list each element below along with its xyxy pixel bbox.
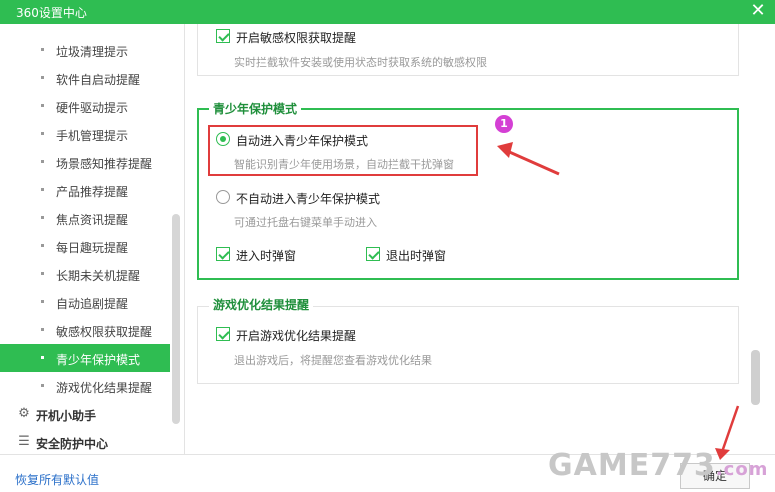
- pointer-arrow: [497, 142, 560, 176]
- sidebar-item-series[interactable]: 自动追剧提醒: [0, 288, 170, 316]
- sidebar-item-product[interactable]: 产品推荐提醒: [0, 176, 170, 204]
- sidebar-item-driver[interactable]: 硬件驱动提示: [0, 92, 170, 120]
- manual-youth-radio[interactable]: [216, 190, 230, 204]
- bullet-icon: [41, 328, 44, 331]
- gear-icon: ⚙: [18, 406, 30, 421]
- bullet-icon: [41, 160, 44, 163]
- sidebar: 垃圾清理提示 软件自启动提醒 硬件驱动提示 手机管理提示 场景感知推荐提醒 产品…: [0, 24, 185, 454]
- sidebar-group-security-center[interactable]: ☰ 安全防护中心: [0, 428, 170, 454]
- content-scrollbar[interactable]: [751, 350, 760, 405]
- bullet-icon: [41, 132, 44, 135]
- close-icon[interactable]: ✕: [749, 0, 767, 22]
- sidebar-item-news[interactable]: 焦点资讯提醒: [0, 204, 170, 232]
- auto-youth-description: 智能识别青少年使用场景，自动拦截干扰弹窗: [234, 158, 454, 171]
- bullet-icon: [41, 384, 44, 387]
- sidebar-scrollbar[interactable]: [172, 214, 180, 424]
- sidebar-item-daily-fun[interactable]: 每日趣玩提醒: [0, 232, 170, 260]
- list-icon: ☰: [18, 434, 30, 449]
- sidebar-item-long-running[interactable]: 长期未关机提醒: [0, 260, 170, 288]
- exit-popup-checkbox[interactable]: [366, 247, 380, 261]
- game-section-box: [197, 306, 739, 384]
- bullet-icon: [41, 272, 44, 275]
- sidebar-item-junk-clean[interactable]: 垃圾清理提示: [0, 36, 170, 64]
- sidebar-item-autostart[interactable]: 软件自启动提醒: [0, 64, 170, 92]
- bullet-icon: [41, 216, 44, 219]
- sidebar-item-youth-mode[interactable]: 青少年保护模式: [0, 344, 170, 372]
- bullet-icon: [41, 104, 44, 107]
- sidebar-item-game-opt[interactable]: 游戏优化结果提醒: [0, 372, 170, 400]
- bullet-icon: [41, 188, 44, 191]
- auto-youth-label: 自动进入青少年保护模式: [236, 134, 369, 148]
- bullet-icon: [41, 356, 44, 359]
- bullet-icon: [41, 48, 44, 51]
- watermark-suffix: .com: [715, 459, 769, 480]
- game-opt-label: 开启游戏优化结果提醒: [236, 329, 357, 343]
- sidebar-group-boot-assistant[interactable]: ⚙ 开机小助手: [0, 400, 170, 428]
- manual-youth-label: 不自动进入青少年保护模式: [236, 192, 381, 206]
- enter-popup-label: 进入时弹窗: [236, 249, 297, 263]
- game-section-legend: 游戏优化结果提醒: [209, 296, 314, 313]
- exit-popup-label: 退出时弹窗: [386, 249, 447, 263]
- window-title: 360设置中心: [16, 6, 87, 20]
- restore-defaults-link[interactable]: 恢复所有默认值: [15, 471, 99, 488]
- sensitive-description: 实时拦截软件安装或使用状态时获取系统的敏感权限: [234, 56, 487, 69]
- bullet-icon: [41, 300, 44, 303]
- sensitive-checkbox-label: 开启敏感权限获取提醒: [236, 31, 357, 45]
- enter-popup-checkbox[interactable]: [216, 247, 230, 261]
- sidebar-item-phone[interactable]: 手机管理提示: [0, 120, 170, 148]
- watermark-text: GAME773: [548, 448, 716, 483]
- sidebar-item-sensitive[interactable]: 敏感权限获取提醒: [0, 316, 170, 344]
- game-opt-description: 退出游戏后，将提醒您查看游戏优化结果: [234, 354, 432, 367]
- auto-youth-radio[interactable]: [216, 132, 230, 146]
- site-watermark: GAME773.com: [548, 448, 768, 483]
- youth-section-legend: 青少年保护模式: [209, 100, 302, 117]
- manual-youth-description: 可通过托盘右键菜单手动进入: [234, 216, 377, 229]
- bullet-icon: [41, 244, 44, 247]
- settings-content: 开启敏感权限获取提醒 实时拦截软件安装或使用状态时获取系统的敏感权限 青少年保护…: [186, 24, 775, 454]
- game-opt-checkbox[interactable]: [216, 327, 230, 341]
- sensitive-checkbox[interactable]: [216, 29, 230, 43]
- step-marker: 1: [495, 115, 513, 133]
- title-bar: 360设置中心 ✕: [0, 0, 775, 24]
- sidebar-item-scene[interactable]: 场景感知推荐提醒: [0, 148, 170, 176]
- bullet-icon: [41, 76, 44, 79]
